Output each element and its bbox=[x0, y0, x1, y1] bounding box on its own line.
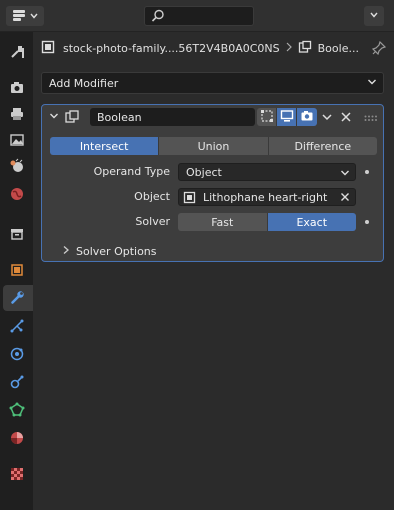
chevron-right-icon bbox=[286, 42, 292, 55]
solver-selector: Fast Exact bbox=[178, 213, 356, 231]
boolean-modifier-icon bbox=[64, 109, 80, 128]
operand-type-value: Object bbox=[186, 165, 222, 179]
search-input[interactable] bbox=[144, 6, 254, 26]
texture-checker-icon bbox=[9, 466, 25, 485]
chevron-down-icon[interactable] bbox=[321, 111, 333, 126]
edit-mode-icon bbox=[260, 109, 274, 126]
solver-options-label: Solver Options bbox=[76, 245, 157, 258]
tab-tool[interactable] bbox=[4, 40, 30, 66]
monitor-icon bbox=[280, 109, 294, 126]
material-icon bbox=[9, 430, 25, 449]
drag-handle-icon[interactable] bbox=[364, 113, 378, 126]
keyframe-dot[interactable] bbox=[365, 220, 369, 224]
chevron-down-icon bbox=[30, 10, 38, 23]
solver-label: Solver bbox=[135, 215, 170, 228]
tab-world[interactable] bbox=[4, 182, 30, 208]
solver-exact[interactable]: Exact bbox=[267, 213, 356, 231]
modifier-header: Boolean bbox=[42, 105, 383, 129]
pin-icon[interactable] bbox=[371, 40, 387, 58]
solver-options-subpanel[interactable]: Solver Options bbox=[62, 245, 157, 258]
context-object-name: stock-photo-family....56T2V4B0A0C0NS bbox=[63, 41, 280, 55]
editor-type-selector[interactable] bbox=[6, 6, 44, 26]
close-icon[interactable] bbox=[340, 111, 352, 126]
context-modifier-name: Boole... bbox=[317, 41, 359, 55]
tab-view-layer[interactable] bbox=[4, 128, 30, 154]
mesh-object-icon bbox=[183, 191, 196, 207]
mesh-data-icon bbox=[9, 402, 25, 421]
mesh-object-icon bbox=[41, 40, 55, 57]
operand-type-label: Operand Type bbox=[93, 165, 170, 178]
operation-intersect[interactable]: Intersect bbox=[50, 137, 160, 155]
render-toggle[interactable] bbox=[297, 108, 317, 126]
camera-icon bbox=[300, 109, 314, 126]
physics-icon bbox=[9, 346, 25, 365]
tab-physics[interactable] bbox=[4, 342, 30, 368]
boolean-modifier-panel: Boolean Intersect Union Difference Opera… bbox=[41, 104, 384, 262]
modifier-name-text: Boolean bbox=[97, 110, 142, 124]
viewport-display-toggle[interactable] bbox=[277, 108, 297, 126]
keyframe-dot[interactable] bbox=[365, 170, 369, 174]
operation-union[interactable]: Union bbox=[159, 137, 269, 155]
properties-tabs bbox=[0, 32, 33, 510]
tab-data[interactable] bbox=[4, 398, 30, 424]
context-breadcrumb: stock-photo-family....56T2V4B0A0C0NS Boo… bbox=[41, 38, 387, 58]
solver-fast[interactable]: Fast bbox=[178, 213, 268, 231]
scene-icon bbox=[9, 158, 25, 177]
search-icon bbox=[151, 9, 165, 26]
chevron-right-icon bbox=[62, 245, 70, 258]
tab-object[interactable] bbox=[4, 258, 30, 284]
properties-main: stock-photo-family....56T2V4B0A0C0NS Boo… bbox=[33, 32, 394, 510]
collection-icon bbox=[9, 226, 25, 245]
render-icon bbox=[9, 80, 25, 99]
object-icon bbox=[9, 262, 25, 281]
tab-constraints[interactable] bbox=[4, 370, 30, 396]
object-field[interactable]: Lithophane heart-right bbox=[178, 188, 356, 206]
clear-object-icon[interactable] bbox=[339, 191, 351, 206]
object-label: Object bbox=[134, 190, 170, 203]
properties-editor-icon bbox=[12, 8, 26, 25]
tool-icon bbox=[9, 44, 25, 63]
tab-scene[interactable] bbox=[4, 154, 30, 180]
tab-texture[interactable] bbox=[4, 462, 30, 488]
chevron-down-icon bbox=[339, 167, 351, 182]
object-value: Lithophane heart-right bbox=[203, 190, 328, 204]
tab-render[interactable] bbox=[4, 76, 30, 102]
tab-output[interactable] bbox=[4, 102, 30, 128]
add-modifier-label: Add Modifier bbox=[49, 76, 119, 90]
collapse-chevron-icon[interactable] bbox=[49, 111, 59, 124]
chevron-down-icon bbox=[366, 76, 378, 91]
operation-difference[interactable]: Difference bbox=[268, 137, 377, 155]
boolean-operation-selector: Intersect Union Difference bbox=[50, 137, 377, 155]
tab-collection[interactable] bbox=[4, 222, 30, 248]
operand-type-dropdown[interactable]: Object bbox=[178, 163, 356, 181]
tab-modifiers[interactable] bbox=[3, 285, 33, 311]
visibility-toggles bbox=[257, 108, 317, 126]
add-modifier-dropdown[interactable]: Add Modifier bbox=[41, 72, 384, 94]
wrench-icon bbox=[10, 289, 26, 308]
tab-material[interactable] bbox=[4, 426, 30, 452]
constraints-icon bbox=[9, 374, 25, 393]
edit-mode-toggle[interactable] bbox=[257, 108, 277, 126]
image-icon bbox=[9, 132, 25, 151]
modifier-name-field[interactable]: Boolean bbox=[90, 108, 255, 126]
chevron-down-icon bbox=[369, 10, 379, 23]
options-dropdown[interactable] bbox=[364, 6, 384, 26]
editor-header bbox=[0, 0, 394, 32]
printer-icon bbox=[9, 106, 25, 125]
modifier-icon bbox=[298, 40, 312, 57]
tab-particles[interactable] bbox=[4, 314, 30, 340]
world-icon bbox=[9, 186, 25, 205]
particles-icon bbox=[9, 318, 25, 337]
